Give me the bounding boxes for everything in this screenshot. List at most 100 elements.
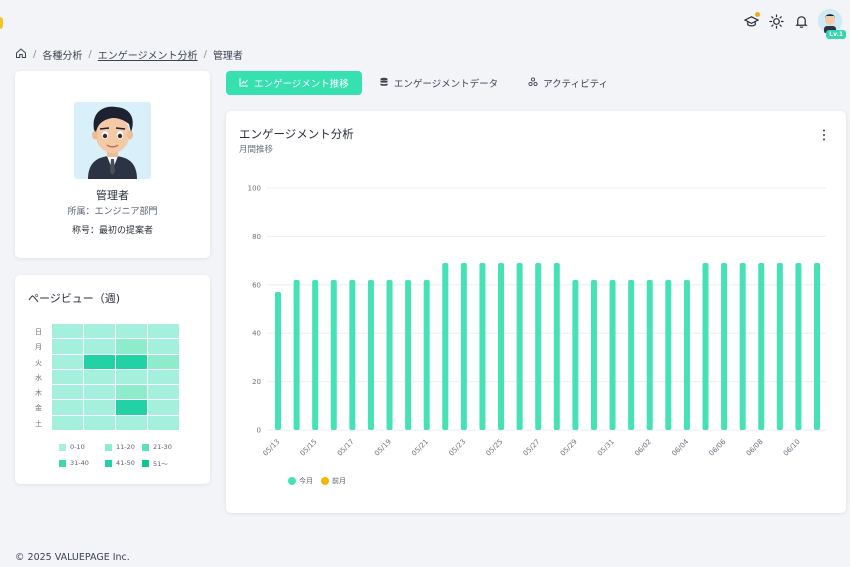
legend-swatch (105, 443, 112, 451)
chart-legend-item[interactable]: 今月 (288, 476, 313, 486)
chart-bar[interactable] (479, 263, 486, 430)
heatmap-cell[interactable] (116, 354, 147, 369)
chart-bar[interactable] (646, 279, 653, 430)
legend-label: 21-30 (153, 443, 172, 451)
chart-bar[interactable] (442, 263, 449, 430)
x-tick-label: 06/08 (745, 438, 765, 458)
chart-bar[interactable] (330, 279, 337, 430)
heatmap-cell[interactable] (148, 339, 179, 354)
tab-activity[interactable]: アクティビティ (515, 71, 621, 95)
breadcrumb-engagement[interactable]: エンゲージメント分析 (98, 47, 198, 62)
bell-icon[interactable] (793, 13, 809, 29)
heatmap-cell[interactable] (116, 400, 147, 415)
level-badge: Lv.1 (826, 30, 846, 39)
heatmap-cell[interactable] (84, 339, 115, 354)
more-vertical-icon[interactable] (820, 127, 828, 141)
chart-bar[interactable] (553, 263, 560, 430)
sidebar-toggle-edge[interactable] (0, 17, 3, 29)
heatmap-cell[interactable] (52, 415, 83, 431)
chart-bar[interactable] (590, 279, 597, 430)
chart-bar[interactable] (312, 279, 319, 430)
y-tick-label: 20 (252, 378, 261, 386)
legend-dot (288, 477, 296, 485)
heatmap-cell[interactable] (52, 354, 83, 369)
heatmap-row-label: 月 (35, 343, 42, 352)
legend-label: 51～ (153, 460, 168, 468)
engagement-bar-chart: 0 20 40 60 80 100 05/13 05/15 05/17 05/19 05/21 05/… (248, 185, 826, 458)
profile-title: 称号：最初の提案者 (71, 226, 153, 236)
heatmap-cell[interactable] (84, 354, 115, 369)
breadcrumb-analytics[interactable]: 各種分析 (42, 47, 82, 62)
legend-swatch (59, 459, 66, 467)
tab-engagement-data[interactable]: エンゲージメントデータ (366, 71, 511, 95)
y-tick-label: 100 (248, 185, 261, 193)
heatmap-cell[interactable] (148, 385, 179, 400)
heatmap-cell[interactable] (116, 415, 147, 431)
heatmap-cell[interactable] (84, 415, 115, 431)
chart-bar[interactable] (386, 279, 393, 430)
chart-title: エンゲージメント分析 (239, 127, 354, 141)
y-tick-label: 60 (252, 281, 261, 289)
chart-bar[interactable] (535, 263, 542, 430)
chart-bar[interactable] (776, 263, 783, 430)
chart-bar[interactable] (795, 263, 802, 430)
chart-bar[interactable] (758, 263, 765, 430)
heatmap-cell[interactable] (52, 369, 83, 385)
user-avatar[interactable]: Lv.1 (818, 9, 846, 39)
heatmap-cell[interactable] (148, 400, 179, 415)
heatmap-cell[interactable] (116, 369, 147, 385)
chart-bar[interactable] (665, 279, 672, 430)
chart-bar[interactable] (423, 279, 430, 430)
heatmap-cell[interactable] (84, 385, 115, 400)
graduation-cap-icon[interactable] (743, 12, 760, 29)
heatmap-legend-item: 41-50 (105, 458, 142, 468)
heatmap-cell[interactable] (84, 324, 115, 339)
chart-bar[interactable] (498, 263, 505, 430)
chart-bar[interactable] (405, 279, 412, 430)
chart-bar[interactable] (367, 279, 374, 430)
chart-bar[interactable] (609, 279, 616, 430)
chart-bar[interactable] (739, 263, 746, 430)
heatmap-row-label: 木 (35, 389, 42, 398)
heatmap-cell[interactable] (116, 385, 147, 400)
chart-bar[interactable] (683, 279, 690, 430)
x-tick-label: 06/02 (633, 438, 653, 458)
heatmap-cell[interactable] (52, 385, 83, 400)
chart-bar[interactable] (275, 292, 281, 430)
chart-bar[interactable] (721, 263, 728, 430)
heatmap-cell[interactable] (52, 324, 83, 339)
legend-dot (321, 477, 329, 485)
heatmap-cell[interactable] (148, 415, 179, 431)
heatmap-row-label: 日 (35, 328, 42, 336)
notification-dot (755, 12, 760, 17)
heatmap-cell[interactable] (116, 324, 147, 339)
chart-legend-item[interactable]: 前月 (321, 476, 346, 486)
chart-bar[interactable] (628, 279, 635, 430)
heatmap-cell[interactable] (52, 400, 83, 415)
heatmap-cell[interactable] (148, 369, 179, 385)
x-tick-label: 05/17 (336, 438, 356, 458)
breadcrumb: / 各種分析 / エンゲージメント分析 / 管理者 (15, 47, 243, 62)
chart-bar[interactable] (516, 263, 523, 430)
x-tick-label: 05/21 (410, 438, 430, 458)
heatmap-cell[interactable] (52, 339, 83, 354)
heatmap-cell[interactable] (84, 369, 115, 385)
tab-engagement-trend[interactable]: エンゲージメント推移 (226, 71, 362, 95)
x-tick-label: 05/13 (261, 438, 281, 458)
heatmap-cell[interactable] (84, 400, 115, 415)
chart-bar[interactable] (702, 263, 709, 430)
heatmap-cell[interactable] (148, 354, 179, 369)
chart-bar[interactable] (293, 279, 300, 430)
heatmap-cell[interactable] (148, 324, 179, 339)
sun-icon[interactable] (768, 13, 784, 29)
legend-label: 31-40 (70, 459, 89, 467)
legend-label: 今月 (299, 477, 313, 485)
heatmap-grid (52, 324, 179, 431)
chart-bar[interactable] (814, 263, 820, 430)
chart-bar[interactable] (572, 279, 579, 430)
chart-bar[interactable] (460, 263, 467, 430)
heatmap-cell[interactable] (116, 339, 147, 354)
x-tick-label: 05/19 (373, 438, 393, 458)
home-icon[interactable] (15, 47, 27, 62)
chart-bar[interactable] (349, 279, 356, 430)
